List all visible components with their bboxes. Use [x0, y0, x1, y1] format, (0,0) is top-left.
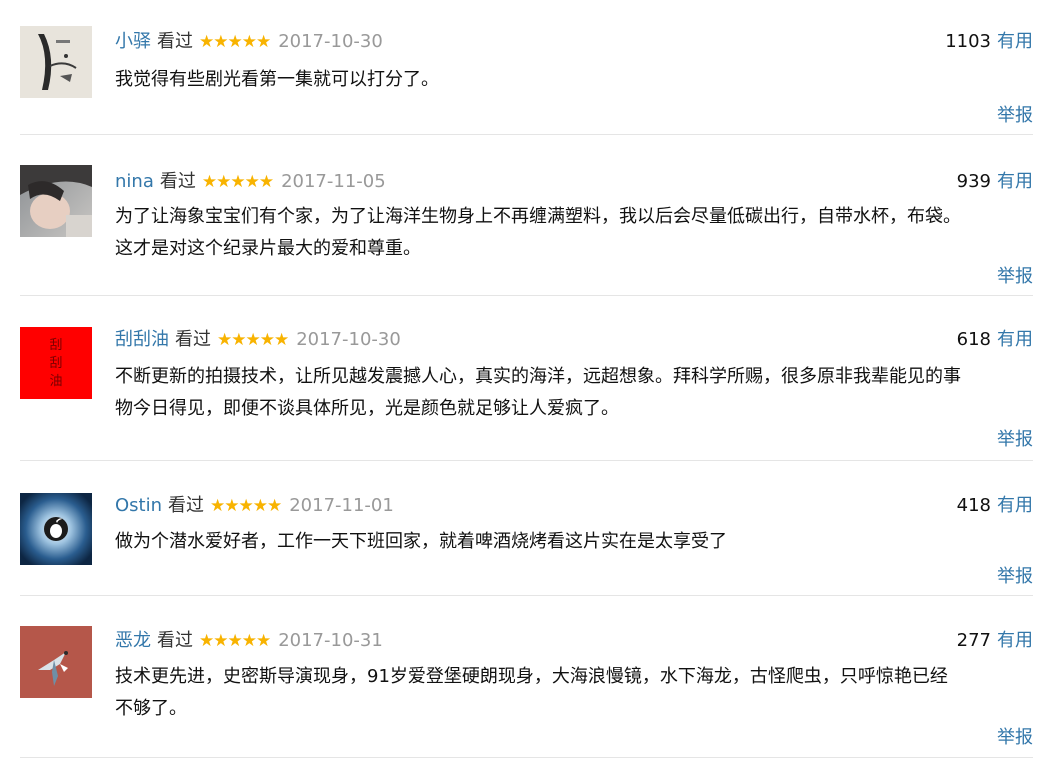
watch-status: 看过 [175, 329, 211, 350]
rating-stars: ★★★★★ [217, 330, 289, 350]
vote-count: 277 [956, 630, 991, 651]
report-link[interactable]: 举报 [997, 262, 1033, 288]
comment-item: 恶龙 看过 ★★★★★ 2017-10-31 277 有用 技术更先进，史密斯导演现身，… [20, 596, 1033, 758]
comment-text: 技术更先进，史密斯导演现身，91岁爱登堡硬朗现身，大海浪慢镜，水下海龙，古怪爬虫… [115, 666, 948, 719]
useful-button[interactable]: 有用 [997, 171, 1033, 192]
comment-header: nina 看过 ★★★★★ 2017-11-05 939 有用 [115, 167, 1033, 197]
watch-status: 看过 [157, 630, 193, 651]
vote-area: 277 有用 [957, 626, 1033, 656]
comment-text: 做为个潜水爱好者，工作一天下班回家，就着啤酒烧烤看这片实在是太享受了 [115, 531, 727, 552]
avatar-image [20, 26, 92, 98]
rating-stars: ★★★★★ [210, 496, 282, 516]
avatar-text-1: 刮 [49, 338, 62, 353]
watch-status: 看过 [157, 31, 193, 52]
report-link[interactable]: 举报 [997, 562, 1033, 588]
comment-text: 为了让海象宝宝们有个家，为了让海洋生物身上不再缠满塑料，我以后会尽量低碳出行，自… [115, 206, 961, 259]
avatar[interactable] [20, 626, 92, 698]
vote-count: 418 [956, 495, 991, 516]
vote-area: 939 有用 [957, 167, 1033, 197]
watch-status: 看过 [168, 495, 205, 516]
comment-header: 恶龙 看过 ★★★★★ 2017-10-31 277 有用 [115, 626, 1033, 656]
rating-stars: ★★★★★ [199, 32, 271, 52]
comment-item: 小驿 看过 ★★★★★ 2017-10-30 1103 有用 我觉得有些剧光看第一集就可… [20, 0, 1033, 135]
useful-button[interactable]: 有用 [997, 31, 1033, 52]
comment-header: 刮刮油 看过 ★★★★★ 2017-10-30 618 有用 [115, 325, 1033, 355]
comment-header: 小驿 看过 ★★★★★ 2017-10-30 1103 有用 [115, 27, 1033, 57]
rating-stars: ★★★★★ [199, 631, 271, 651]
comment-date: 2017-10-30 [278, 31, 383, 52]
avatar-image [20, 626, 92, 698]
report-link[interactable]: 举报 [997, 425, 1033, 451]
report-link[interactable]: 举报 [997, 723, 1033, 749]
comment-header: Ostin 看过 ★★★★★ 2017-11-01 418 有用 [115, 491, 1033, 521]
useful-button[interactable]: 有用 [997, 495, 1033, 516]
comment-item: Ostin 看过 ★★★★★ 2017-11-01 418 有用 做为个潜水爱好者，工作… [20, 461, 1033, 596]
useful-button[interactable]: 有用 [997, 329, 1033, 350]
username-link[interactable]: Ostin [115, 495, 162, 516]
username-link[interactable]: 恶龙 [115, 630, 151, 651]
comment-date: 2017-10-30 [296, 329, 401, 350]
report-link[interactable]: 举报 [997, 101, 1033, 127]
avatar[interactable]: 刮 刮 油 [20, 327, 92, 399]
vote-count: 939 [956, 171, 991, 192]
username-link[interactable]: 刮刮油 [115, 329, 169, 350]
vote-area: 1103 有用 [945, 27, 1033, 57]
vote-count: 1103 [945, 31, 991, 52]
comment-item: nina 看过 ★★★★★ 2017-11-05 939 有用 为了让海象宝宝们有个家，… [20, 135, 1033, 296]
comment-date: 2017-11-05 [281, 171, 386, 192]
comment-text: 我觉得有些剧光看第一集就可以打分了。 [115, 69, 439, 90]
comment-date: 2017-10-31 [278, 630, 383, 651]
avatar-image [20, 493, 92, 565]
avatar[interactable] [20, 26, 92, 98]
vote-area: 618 有用 [957, 325, 1033, 355]
avatar-text-3: 油 [49, 374, 62, 389]
comment-item: 刮 刮 油 刮刮油 看过 ★★★★★ 2017-10-30 618 有用 不断更新的拍摄… [20, 296, 1033, 461]
avatar-text-2: 刮 [49, 356, 62, 371]
watch-status: 看过 [159, 171, 196, 192]
username-link[interactable]: 小驿 [115, 31, 151, 52]
vote-area: 418 有用 [957, 491, 1033, 521]
rating-stars: ★★★★★ [201, 172, 274, 192]
avatar-image [20, 165, 92, 237]
avatar[interactable] [20, 165, 92, 237]
vote-count: 618 [956, 329, 991, 350]
comment-text: 不断更新的拍摄技术，让所见越发震撼人心，真实的海洋，远超想象。拜科学所赐，很多原… [115, 366, 961, 419]
comment-list: 小驿 看过 ★★★★★ 2017-10-30 1103 有用 我觉得有些剧光看第一集就可… [0, 0, 1046, 758]
avatar-image: 刮 刮 油 [20, 327, 92, 399]
avatar[interactable] [20, 493, 92, 565]
useful-button[interactable]: 有用 [997, 630, 1033, 651]
username-link[interactable]: nina [115, 171, 154, 192]
comment-date: 2017-11-01 [289, 495, 394, 516]
